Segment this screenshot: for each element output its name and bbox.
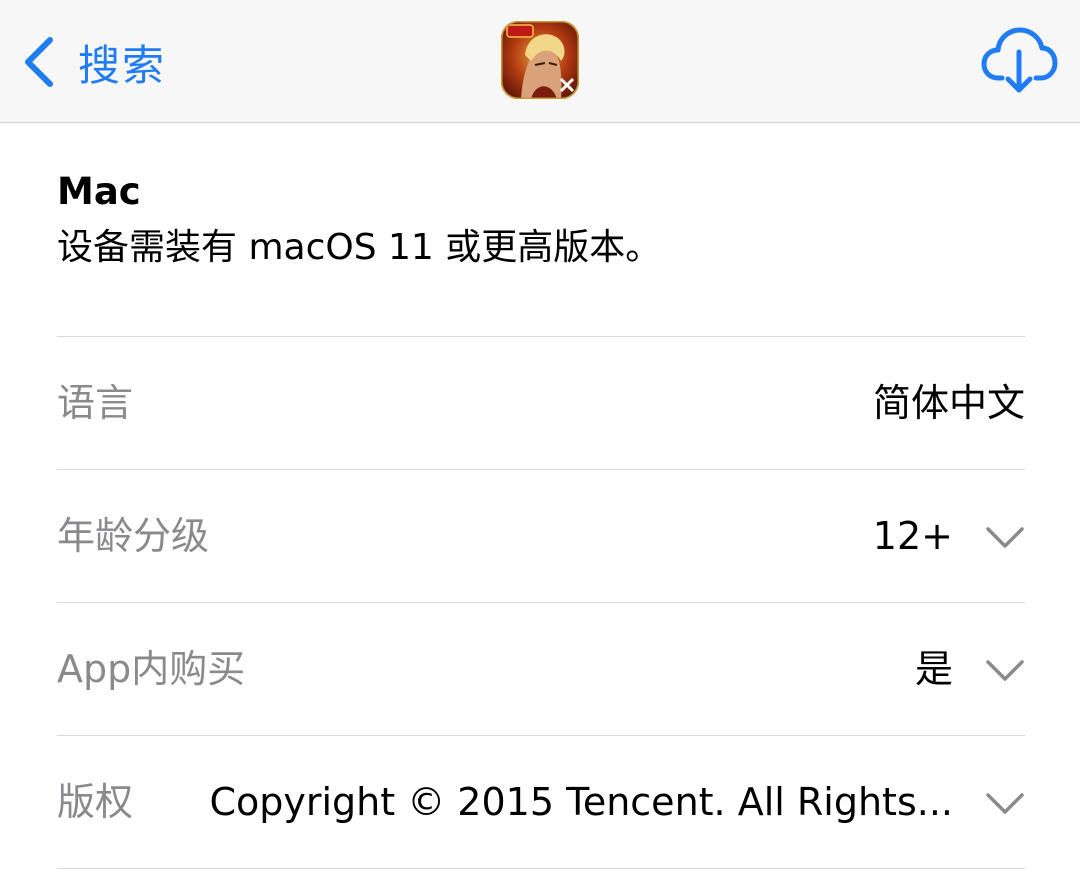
chevron-down-icon[interactable] (985, 783, 1025, 823)
cloud-download-button[interactable] (980, 24, 1058, 96)
compatibility-device-title: Mac (57, 170, 141, 213)
chevron-left-icon (25, 37, 53, 87)
info-row-label: 版权 (57, 780, 134, 824)
info-row-label: App内购买 (57, 647, 246, 691)
chevron-down-icon[interactable] (985, 650, 1025, 690)
info-row-copyright[interactable]: 版权 Copyright © 2015 Tencent. All Rights.… (57, 735, 1025, 869)
back-button-label: 搜索 (78, 40, 167, 90)
info-row-label: 语言 (57, 381, 134, 425)
info-row-language: 语言 简体中文 (57, 336, 1025, 470)
info-row-age-rating[interactable]: 年龄分级 12+ (57, 469, 1025, 603)
info-row-value: Copyright © 2015 Tencent. All Rights... (209, 780, 953, 824)
info-row-value: 12+ (872, 514, 953, 558)
cloud-download-icon (981, 27, 1058, 93)
compatibility-description: 设备需装有 macOS 11 或更高版本。 (57, 227, 662, 268)
app-icon (501, 21, 579, 99)
info-row-in-app-purchases[interactable]: App内购买 是 (57, 602, 1025, 736)
chevron-down-icon[interactable] (985, 517, 1025, 557)
info-row-value: 是 (914, 647, 953, 691)
info-row-value: 简体中文 (872, 381, 1025, 425)
divider (57, 868, 1025, 869)
info-row-label: 年龄分级 (57, 514, 210, 558)
back-button[interactable]: 搜索 (22, 34, 166, 90)
navigation-bar: 搜索 (0, 0, 1080, 123)
compatibility-section: Mac 设备需装有 macOS 11 或更高版本。 (57, 168, 1037, 273)
